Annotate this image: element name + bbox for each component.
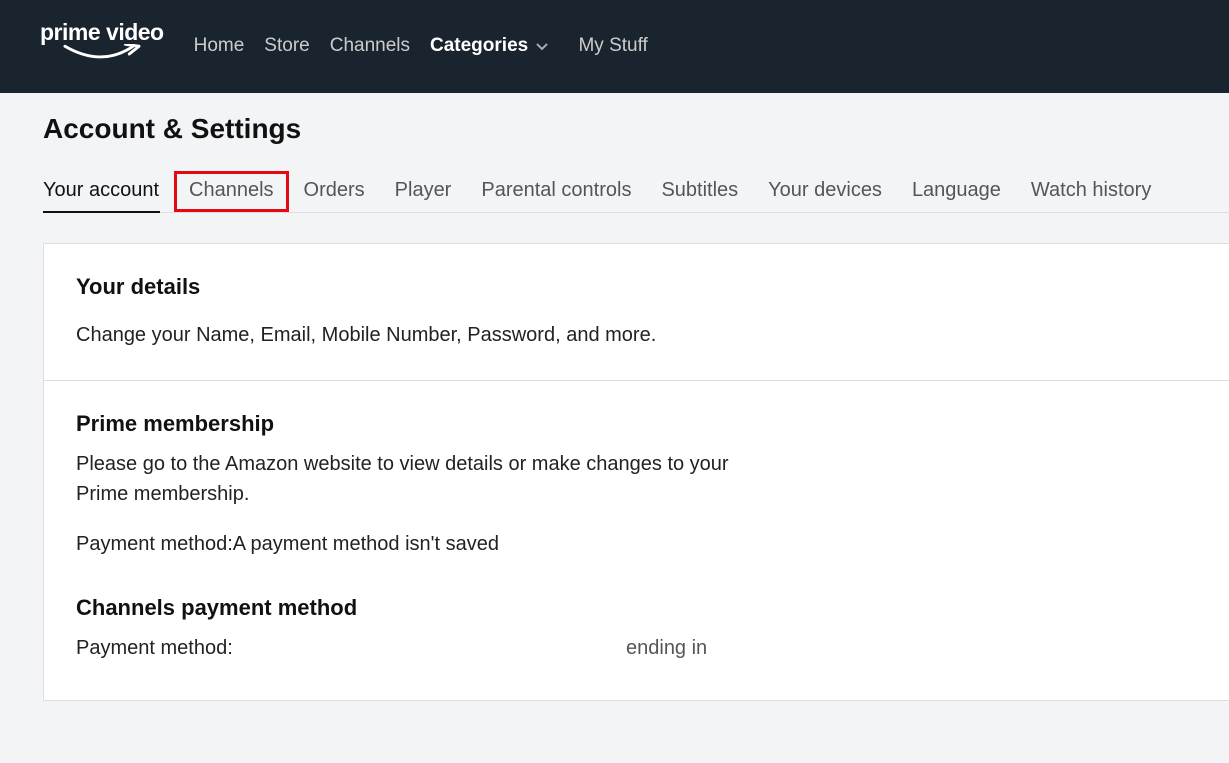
prime-membership-title: Prime membership bbox=[76, 411, 1197, 437]
logo-text: prime video bbox=[40, 19, 164, 46]
section-your-details[interactable]: Your details Change your Name, Email, Mo… bbox=[44, 244, 1229, 381]
channels-payment-value: ending in bbox=[626, 637, 707, 660]
nav-categories[interactable]: Categories bbox=[430, 35, 548, 57]
tab-your-account[interactable]: Your account bbox=[43, 171, 174, 212]
nav-links: Home Store Channels Categories My Stuff bbox=[194, 35, 648, 57]
prime-video-logo[interactable]: prime video bbox=[40, 19, 164, 66]
tab-orders[interactable]: Orders bbox=[289, 171, 380, 212]
settings-tabs: Your account Channels Orders Player Pare… bbox=[43, 171, 1229, 213]
tab-subtitles[interactable]: Subtitles bbox=[646, 171, 753, 212]
channels-payment-label: Payment method: bbox=[76, 637, 626, 660]
nav-store[interactable]: Store bbox=[264, 35, 309, 57]
section-prime-membership: Prime membership Please go to the Amazon… bbox=[44, 381, 1229, 700]
nav-channels[interactable]: Channels bbox=[330, 35, 410, 57]
top-navigation: prime video Home Store Channels Categori… bbox=[0, 0, 1229, 93]
nav-categories-label: Categories bbox=[430, 36, 528, 57]
smile-icon bbox=[63, 44, 141, 66]
tab-language[interactable]: Language bbox=[897, 171, 1016, 212]
nav-home[interactable]: Home bbox=[194, 35, 245, 57]
tab-player[interactable]: Player bbox=[380, 171, 467, 212]
your-details-text: Change your Name, Email, Mobile Number, … bbox=[76, 320, 736, 350]
channels-payment-title: Channels payment method bbox=[76, 595, 1197, 621]
tab-parental-controls[interactable]: Parental controls bbox=[466, 171, 646, 212]
your-details-title: Your details bbox=[76, 274, 1197, 300]
chevron-down-icon bbox=[536, 35, 548, 57]
prime-payment-line: Payment method:A payment method isn't sa… bbox=[76, 529, 736, 559]
tab-watch-history[interactable]: Watch history bbox=[1016, 171, 1166, 212]
nav-my-stuff[interactable]: My Stuff bbox=[578, 35, 647, 57]
tab-your-devices[interactable]: Your devices bbox=[753, 171, 897, 212]
tab-channels[interactable]: Channels bbox=[174, 171, 289, 212]
settings-card: Your details Change your Name, Email, Mo… bbox=[43, 243, 1229, 701]
page-content: Account & Settings Your account Channels… bbox=[0, 93, 1229, 701]
section-channels-payment: Channels payment method Payment method: … bbox=[76, 595, 1197, 660]
prime-membership-text: Please go to the Amazon website to view … bbox=[76, 449, 736, 509]
channels-payment-row: Payment method: ending in bbox=[76, 637, 1197, 660]
page-title: Account & Settings bbox=[43, 113, 1229, 145]
